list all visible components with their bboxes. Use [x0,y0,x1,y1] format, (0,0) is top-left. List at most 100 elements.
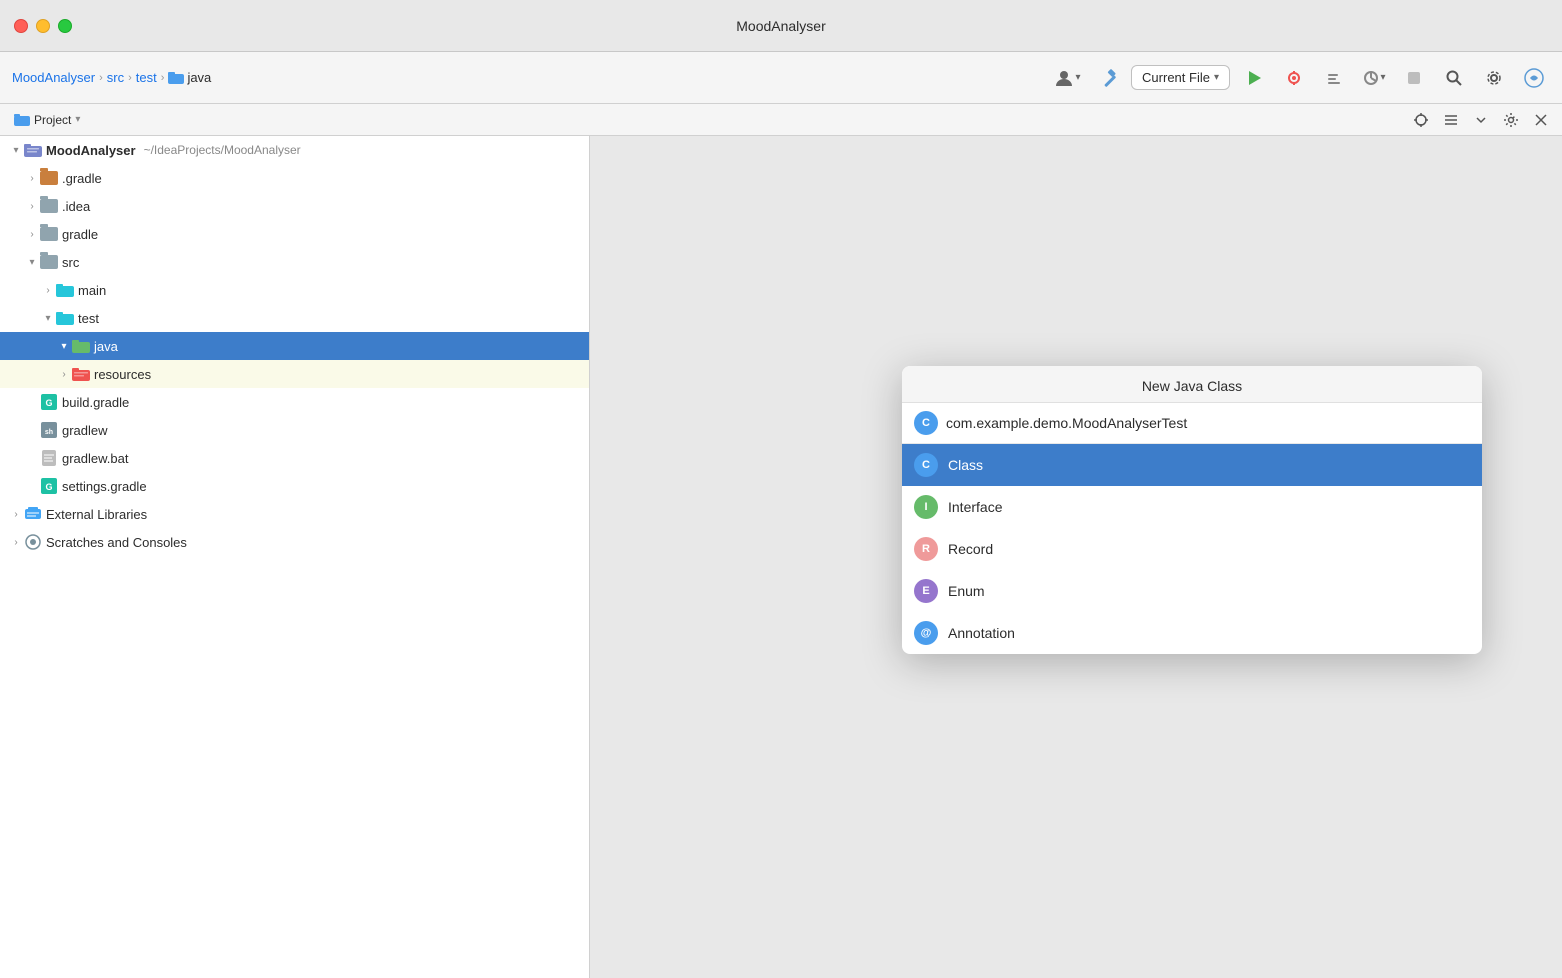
tree-item-settings-gradle[interactable]: › G settings.gradle [0,472,589,500]
tree-item-gradle[interactable]: › gradle [0,220,589,248]
external-libs-icon [24,506,42,522]
breadcrumb-src[interactable]: src [107,70,124,85]
chevron-down-icon: ▾ [1214,72,1219,83]
search-button[interactable] [1438,64,1470,92]
tree-item-idea[interactable]: › .idea [0,192,589,220]
java-chevron: ▾ [56,338,72,354]
dialog-item-class[interactable]: C Class [902,444,1482,486]
scratches-chevron: › [8,534,24,550]
coverage-icon [1362,69,1380,87]
close-button[interactable] [14,19,28,33]
current-file-label: Current File [1142,70,1210,85]
settings-gradle-file-icon: G [40,478,58,494]
coverage-button[interactable]: ▾ [1358,64,1390,92]
idea-folder-icon [40,198,58,214]
new-java-class-dialog: New Java Class C C Class I Interface [902,366,1482,654]
tree-item-src[interactable]: ▾ src [0,248,589,276]
java-folder-icon [72,338,90,354]
search-icon [1445,69,1463,87]
breadcrumb-root[interactable]: MoodAnalyser [12,70,95,85]
profile-button[interactable] [1318,64,1350,92]
collapse-button[interactable] [1438,109,1464,131]
expand-icon [1473,112,1489,128]
external-libs-label: External Libraries [46,507,147,522]
root-chevron: ▾ [8,142,24,158]
toolbar: MoodAnalyser › src › test › java ▾ [0,52,1562,104]
locate-button[interactable] [1408,109,1434,131]
test-chevron: ▾ [40,310,56,326]
svg-text:G: G [45,398,52,408]
tree-item-test[interactable]: ▾ test [0,304,589,332]
java-label: java [94,339,118,354]
gradlew-label: gradlew [62,423,108,438]
build-button[interactable] [1091,64,1123,92]
panel-toolbar: Project ▾ [0,104,1562,136]
scratches-icon [24,534,42,550]
user-icon [1054,68,1074,88]
panel-settings-button[interactable] [1498,109,1524,131]
build-gradle-label: build.gradle [62,395,129,410]
maximize-button[interactable] [58,19,72,33]
interface-label: Interface [948,499,1002,515]
expand-button[interactable] [1468,109,1494,131]
main-chevron: › [40,282,56,298]
breadcrumb: MoodAnalyser › src › test › java [12,70,1045,85]
traffic-lights [14,19,72,33]
tree-item-main[interactable]: › main [0,276,589,304]
minimize-button[interactable] [36,19,50,33]
breadcrumb-sep-2: › [128,72,132,84]
tree-item-resources[interactable]: › resources [0,360,589,388]
main-label: main [78,283,106,298]
root-sublabel: ~/IdeaProjects/MoodAnalyser [144,143,301,157]
tree-root[interactable]: ▾ MoodAnalyser ~/IdeaProjects/MoodAnalys… [0,136,589,164]
settings-button[interactable] [1478,64,1510,92]
src-chevron: ▾ [24,254,40,270]
dialog-input-row: C [902,403,1482,444]
dialog-item-annotation[interactable]: @ Annotation [902,612,1482,654]
dialog-item-enum[interactable]: E Enum [902,570,1482,612]
gradle-hidden-folder-icon [40,170,58,186]
tree-item-build-gradle[interactable]: › G build.gradle [0,388,589,416]
tree-item-gradlew[interactable]: › sh gradlew [0,416,589,444]
gear-icon [1485,69,1503,87]
breadcrumb-sep-1: › [99,72,103,84]
scratches-label: Scratches and Consoles [46,535,187,550]
locate-icon [1413,112,1429,128]
editor-area: New Java Class C C Class I Interface [590,136,1562,978]
resources-label: resources [94,367,151,382]
stop-button[interactable] [1398,64,1430,92]
breadcrumb-java[interactable]: java [187,70,211,85]
enum-label: Enum [948,583,985,599]
record-icon: R [914,537,938,561]
tree-item-scratches[interactable]: › Scratches and Consoles [0,528,589,556]
svg-text:sh: sh [45,429,53,436]
copilot-icon [1523,67,1545,89]
src-label: src [62,255,79,270]
user-button[interactable]: ▾ [1051,64,1083,92]
tree-item-external-libs[interactable]: › External Libraries [0,500,589,528]
tree-item-java[interactable]: ▾ java [0,332,589,360]
run-button[interactable] [1238,64,1270,92]
debug-icon [1285,69,1303,87]
src-folder-icon [40,254,58,270]
project-tree: ▾ MoodAnalyser ~/IdeaProjects/MoodAnalys… [0,136,590,978]
current-file-dropdown[interactable]: Current File ▾ [1131,65,1230,90]
external-libs-chevron: › [8,506,24,522]
gradle-folder-icon [40,226,58,242]
tree-item-gradlew-bat[interactable]: › gradlew.bat [0,444,589,472]
dialog-item-record[interactable]: R Record [902,528,1482,570]
panel-chevron: ▾ [75,114,80,125]
debug-button[interactable] [1278,64,1310,92]
breadcrumb-test[interactable]: test [136,70,157,85]
close-panel-button[interactable] [1528,109,1554,131]
copilot-button[interactable] [1518,64,1550,92]
project-panel-dropdown[interactable]: Project ▾ [8,111,86,129]
tree-item-gradle-hidden[interactable]: › .gradle [0,164,589,192]
panel-gear-icon [1503,112,1519,128]
dialog-item-interface[interactable]: I Interface [902,486,1482,528]
class-name-input[interactable] [946,415,1470,431]
record-label: Record [948,541,993,557]
gradle-hidden-label: .gradle [62,171,102,186]
svg-text:G: G [45,482,52,492]
test-label: test [78,311,99,326]
